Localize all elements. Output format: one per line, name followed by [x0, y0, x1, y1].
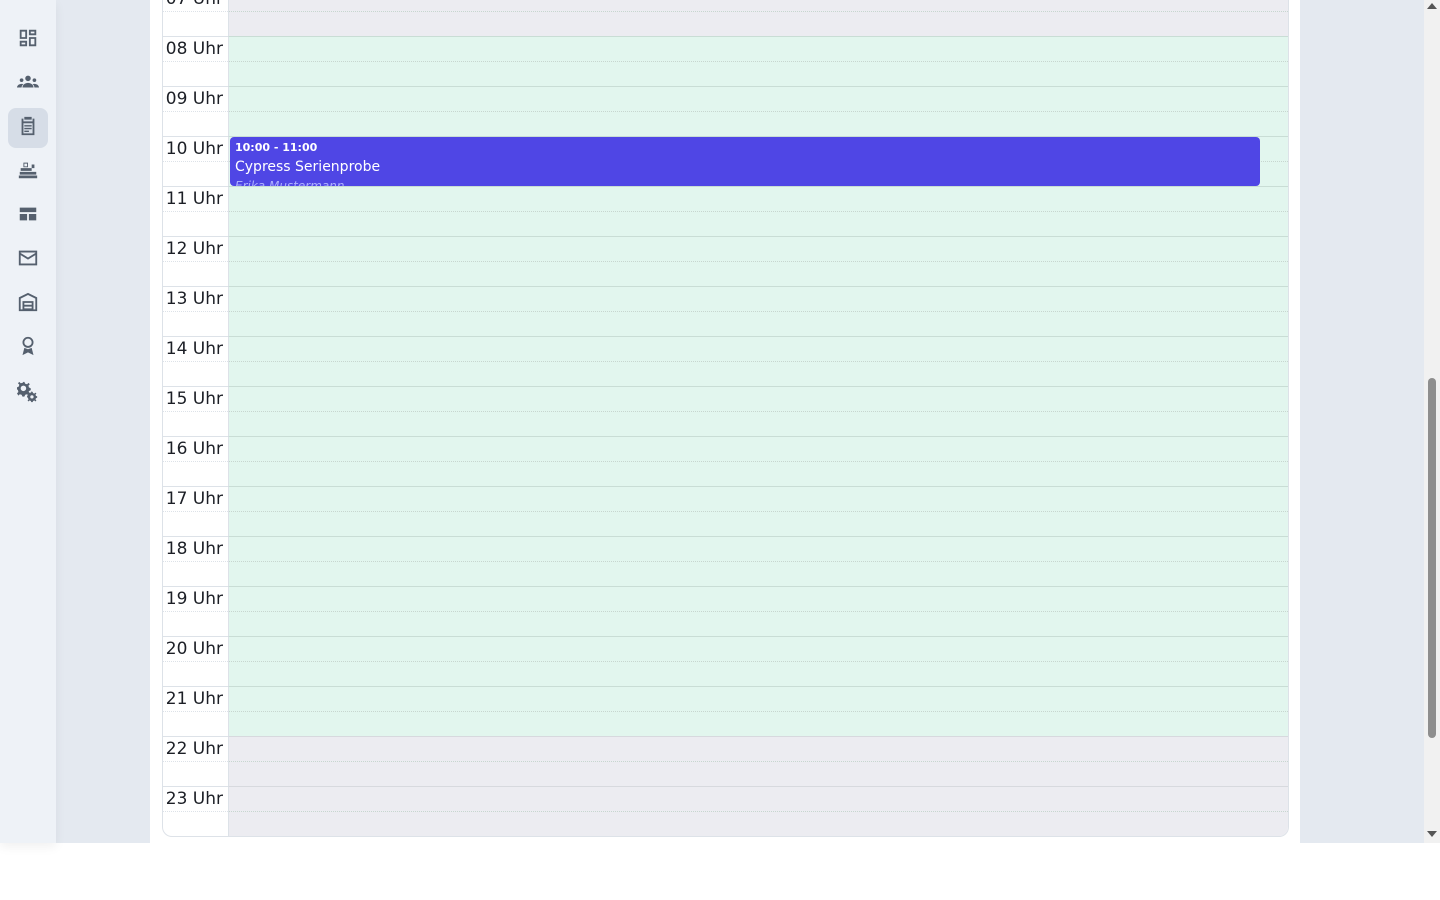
hour-row: 09 Uhr [163, 86, 1288, 136]
hour-slot[interactable] [228, 586, 1288, 636]
clipboard-icon [17, 115, 39, 141]
hour-row: 12 Uhr [163, 236, 1288, 286]
hour-row: 21 Uhr [163, 686, 1288, 736]
hour-slot[interactable] [228, 736, 1288, 786]
hour-label: 11 Uhr [163, 186, 228, 236]
hour-label: 19 Uhr [163, 586, 228, 636]
sidebar-item-mail[interactable] [8, 240, 48, 280]
day-calendar: 07 Uhr08 Uhr09 Uhr10 Uhr11 Uhr12 Uhr13 U… [162, 0, 1289, 837]
hour-row: 16 Uhr [163, 436, 1288, 486]
hour-row: 13 Uhr [163, 286, 1288, 336]
hour-label: 17 Uhr [163, 486, 228, 536]
dashboard-icon [17, 27, 39, 53]
mail-icon [17, 247, 39, 273]
sidebar-item-settings[interactable] [8, 374, 48, 414]
hour-label: 14 Uhr [163, 336, 228, 386]
hour-label: 12 Uhr [163, 236, 228, 286]
hour-row: 14 Uhr [163, 336, 1288, 386]
inventory-icon [17, 159, 39, 185]
scroll-thumb[interactable] [1428, 378, 1436, 738]
sidebar-item-clipboard[interactable] [8, 108, 48, 148]
hour-row: 07 Uhr [163, 0, 1288, 36]
sidebar-item-users[interactable] [8, 64, 48, 104]
hour-slot[interactable] [228, 236, 1288, 286]
hour-row: 20 Uhr [163, 636, 1288, 686]
hour-slot[interactable] [228, 636, 1288, 686]
hour-slot[interactable] [228, 336, 1288, 386]
sidebar-item-award[interactable] [8, 328, 48, 368]
hour-label: 08 Uhr [163, 36, 228, 86]
hour-slot[interactable] [228, 386, 1288, 436]
hour-row: 18 Uhr [163, 536, 1288, 586]
hour-row: 17 Uhr [163, 486, 1288, 536]
hour-slot[interactable] [228, 0, 1288, 36]
hour-slot[interactable] [228, 186, 1288, 236]
hour-row: 19 Uhr [163, 586, 1288, 636]
hour-slot[interactable] [228, 486, 1288, 536]
hour-slot[interactable] [228, 786, 1288, 836]
sidebar-item-table[interactable] [8, 196, 48, 236]
hour-row: 23 Uhr [163, 786, 1288, 836]
sidebar-item-dashboard[interactable] [8, 20, 48, 60]
event-subtitle: Erika Mustermann [235, 179, 345, 186]
settings-icon [17, 381, 39, 407]
award-icon [17, 335, 39, 361]
sidebar-item-warehouse[interactable] [8, 284, 48, 324]
hour-row: 11 Uhr [163, 186, 1288, 236]
hour-label: 23 Uhr [163, 786, 228, 836]
event-time: 10:00 - 11:00 [235, 141, 318, 154]
hour-label: 15 Uhr [163, 386, 228, 436]
sidebar-item-inventory[interactable] [8, 152, 48, 192]
hour-row: 15 Uhr [163, 386, 1288, 436]
hour-label: 07 Uhr [163, 0, 228, 36]
hour-label: 10 Uhr [163, 136, 228, 186]
hour-slot[interactable] [228, 536, 1288, 586]
hour-label: 21 Uhr [163, 686, 228, 736]
page-scrollbar[interactable] [1424, 0, 1440, 843]
hour-slot[interactable] [228, 36, 1288, 86]
hour-slot[interactable] [228, 436, 1288, 486]
calendar-event[interactable]: 10:00 - 11:00 Cypress Serienprobe Erika … [230, 137, 1260, 186]
scroll-down-arrow-icon[interactable] [1427, 831, 1437, 837]
hour-slot[interactable] [228, 86, 1288, 136]
hour-slot[interactable] [228, 686, 1288, 736]
hour-label: 16 Uhr [163, 436, 228, 486]
hour-label: 22 Uhr [163, 736, 228, 786]
users-icon [17, 71, 39, 97]
hour-slot[interactable] [228, 286, 1288, 336]
table-icon [17, 203, 39, 229]
sidebar [0, 0, 56, 843]
hour-label: 20 Uhr [163, 636, 228, 686]
hour-row: 08 Uhr [163, 36, 1288, 86]
hour-label: 13 Uhr [163, 286, 228, 336]
scroll-up-arrow-icon[interactable] [1427, 3, 1437, 9]
event-title: Cypress Serienprobe [235, 159, 381, 175]
hour-row: 22 Uhr [163, 736, 1288, 786]
hour-label: 09 Uhr [163, 86, 228, 136]
warehouse-icon [17, 291, 39, 317]
hour-label: 18 Uhr [163, 536, 228, 586]
